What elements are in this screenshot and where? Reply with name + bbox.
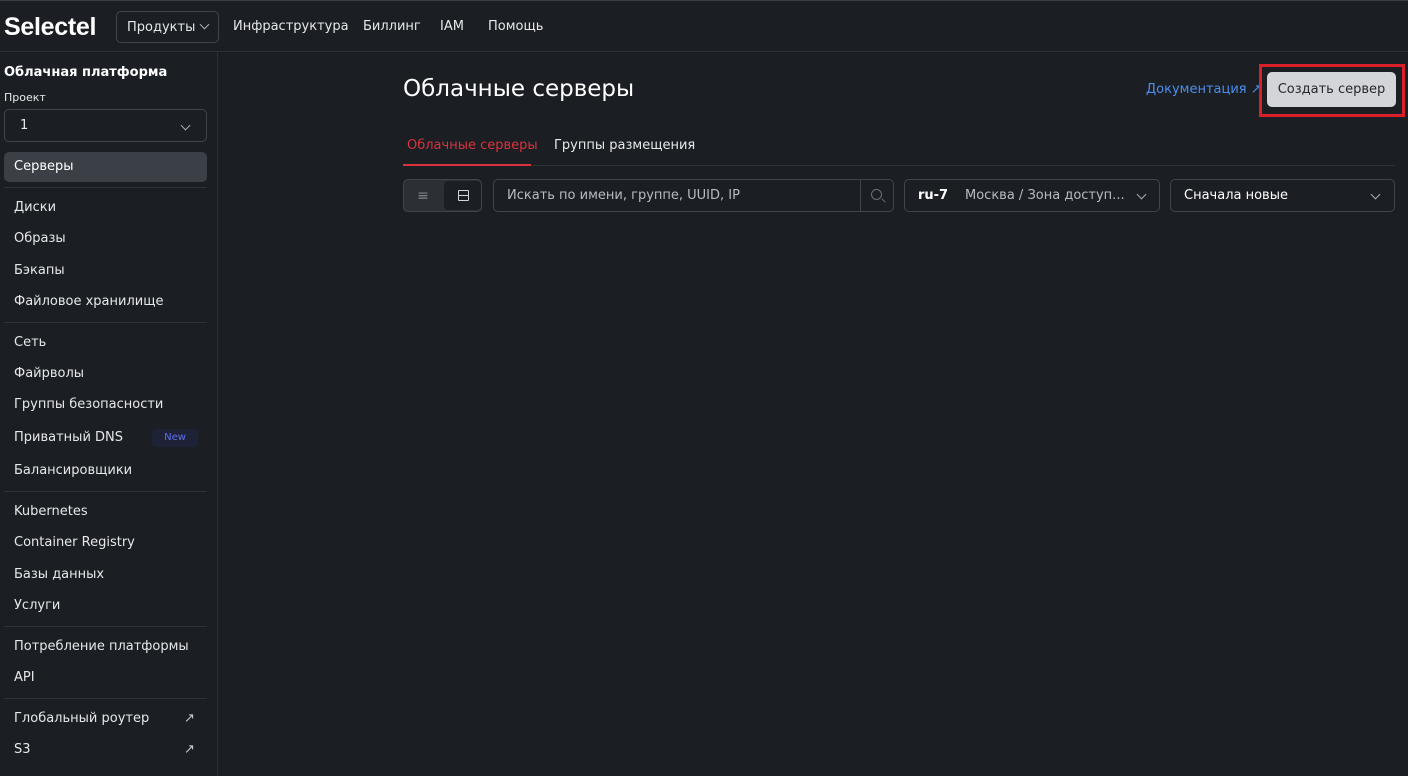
project-label: Проект [4,91,46,104]
selectel-logo[interactable]: Selectel [4,13,96,42]
sidebar-item-load-balancers[interactable]: Балансировщики [14,463,132,478]
sidebar-item-platform-usage[interactable]: Потребление платформы [14,639,189,654]
sidebar-item-kubernetes[interactable]: Kubernetes [14,504,88,519]
sort-value: Сначала новые [1184,188,1288,203]
sidebar-item-disks[interactable]: Диски [14,200,56,215]
region-code: ru-7 [918,188,949,203]
sidebar-item-file-storage[interactable]: Файловое хранилище [14,294,163,309]
sidebar-item-api[interactable]: API [14,670,35,685]
sidebar-item-s3[interactable]: S3 [14,742,31,757]
sidebar-item-services[interactable]: Услуги [14,598,60,613]
sidebar-divider [4,491,207,492]
nav-help[interactable]: Помощь [488,19,543,34]
region-location: Москва / Зона доступ... [965,188,1125,203]
card-view-icon [458,190,469,201]
sidebar-item-backups[interactable]: Бэкапы [14,263,65,278]
list-view-icon[interactable]: ≡ [404,180,442,211]
region-select[interactable]: ru-7 Москва / Зона доступ... [904,179,1160,212]
products-dropdown[interactable]: Продукты [116,11,219,43]
products-label: Продукты [127,19,196,35]
nav-infrastructure[interactable]: Инфраструктура [233,19,349,34]
create-server-button[interactable]: Создать сервер [1267,72,1396,107]
card-view-button[interactable] [444,181,481,210]
sidebar-item-images[interactable]: Образы [14,231,66,246]
external-link-icon: ↗ [184,711,195,726]
search-icon [870,189,882,200]
chevron-down-icon [199,19,210,29]
tab-placement-groups[interactable]: Группы размещения [554,138,695,153]
tabs-divider [403,165,1395,166]
view-toggle: ≡ [403,179,482,212]
nav-iam[interactable]: IAM [440,19,464,34]
sidebar-item-private-dns[interactable]: Приватный DNS [14,430,123,445]
chevron-down-icon [1136,189,1147,200]
sidebar-divider [4,322,207,323]
sort-select[interactable]: Сначала новые [1170,179,1395,212]
chevron-down-icon [180,120,191,131]
nav-billing[interactable]: Биллинг [363,19,421,34]
chevron-down-icon [1370,189,1381,200]
new-badge: New [152,429,198,447]
sidebar-divider [4,187,207,188]
top-navigation-bar: Selectel Продукты Инфраструктура Биллинг… [0,0,1408,52]
sidebar-item-databases[interactable]: Базы данных [14,567,104,582]
sidebar-item-global-router[interactable]: Глобальный роутер [14,711,149,726]
documentation-link[interactable]: Документация ↗ [1146,82,1262,97]
search-input[interactable] [494,180,860,211]
sidebar-item-firewalls[interactable]: Файрволы [14,366,84,381]
sidebar: Облачная платформа Проект 1 Серверы Диск… [0,52,218,776]
project-value: 1 [20,118,29,133]
sidebar-divider [4,626,207,627]
active-tab-indicator [403,164,531,166]
sidebar-item-servers[interactable]: Серверы [4,152,207,182]
external-link-icon: ↗ [184,742,195,757]
page-title: Облачные серверы [403,76,635,102]
sidebar-divider [4,698,207,699]
project-select[interactable]: 1 [4,109,207,142]
search-button[interactable] [860,180,893,211]
sidebar-title: Облачная платформа [4,65,168,80]
tab-cloud-servers[interactable]: Облачные серверы [407,138,538,153]
search-box [493,179,894,212]
sidebar-item-network[interactable]: Сеть [14,335,46,350]
sidebar-item-container-registry[interactable]: Container Registry [14,535,135,550]
sidebar-item-security-groups[interactable]: Группы безопасности [14,397,163,412]
